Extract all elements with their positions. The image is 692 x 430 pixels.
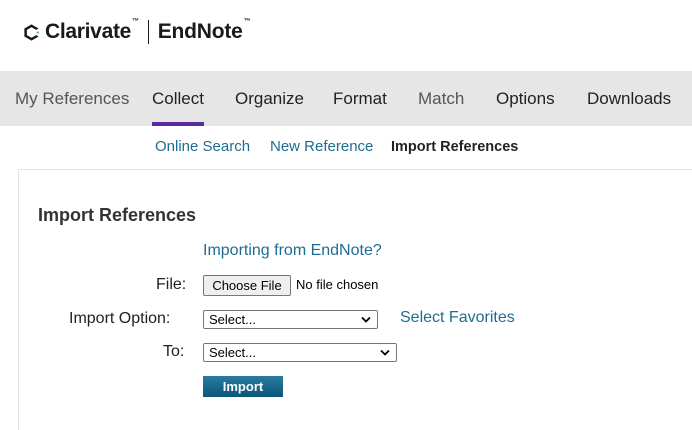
select-favorites-link[interactable]: Select Favorites (400, 309, 515, 327)
nav-collect[interactable]: Collect (152, 71, 204, 126)
subnav-import-references[interactable]: Import References (391, 139, 518, 155)
nav-format[interactable]: Format (333, 71, 387, 126)
nav-match[interactable]: Match (418, 71, 464, 126)
active-tab-indicator (152, 122, 204, 126)
import-option-select[interactable]: Select... (203, 310, 378, 329)
subnav-new-reference[interactable]: New Reference (270, 138, 373, 155)
import-button[interactable]: Import (203, 376, 283, 397)
importing-from-endnote-link[interactable]: Importing from EndNote? (203, 242, 382, 260)
nav-organize[interactable]: Organize (235, 71, 304, 126)
clarivate-endnote-logo[interactable]: Clarivate™ EndNote™ (22, 18, 251, 45)
nav-options[interactable]: Options (496, 71, 555, 126)
brand-name: Clarivate™ (45, 18, 139, 43)
page-title: Import References (38, 205, 197, 225)
import-option-label: Import Option: (69, 310, 171, 327)
nav-my-references[interactable]: My References (15, 71, 129, 126)
to-label: To: (163, 343, 185, 360)
chevron-down-icon (380, 349, 390, 356)
choose-file-button[interactable]: Choose File (203, 275, 291, 296)
product-name: EndNote™ (157, 18, 251, 43)
subnav-online-search[interactable]: Online Search (155, 138, 250, 155)
import-option-value: Select... (209, 312, 256, 327)
file-label: File: (156, 276, 187, 293)
file-status-text: No file chosen (296, 277, 379, 292)
nav-downloads[interactable]: Downloads (587, 71, 671, 126)
to-value: Select... (209, 345, 256, 360)
app-header: Clarivate™ EndNote™ (0, 0, 692, 71)
chevron-down-icon (361, 316, 371, 323)
main-nav: My References Collect Organize Format Ma… (0, 71, 692, 126)
to-select[interactable]: Select... (203, 343, 397, 362)
clarivate-mark-icon (24, 23, 39, 41)
logo-divider (147, 20, 149, 44)
